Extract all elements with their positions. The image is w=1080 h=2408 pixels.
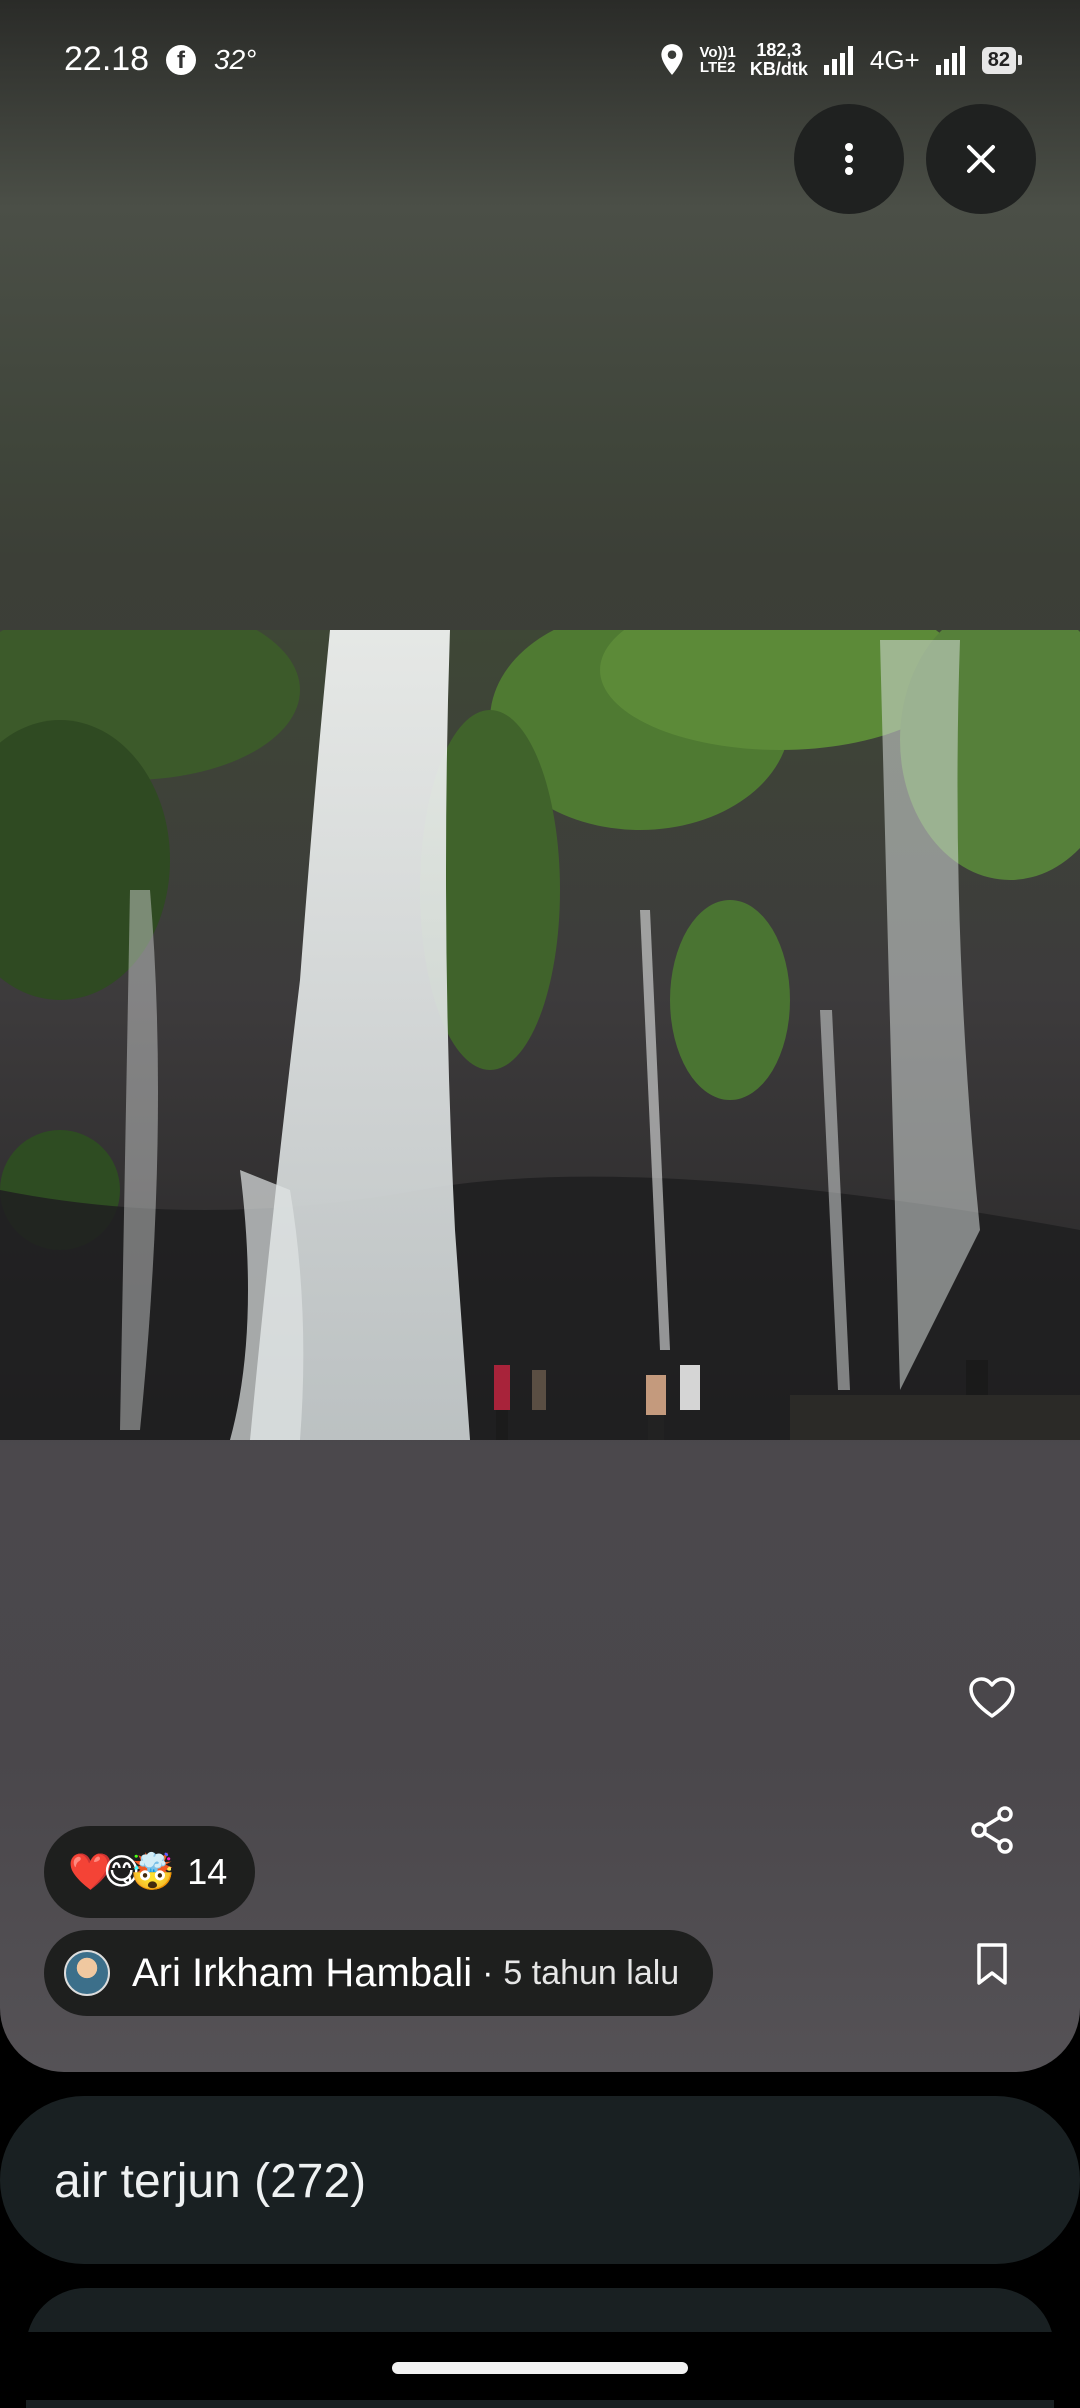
category-label: air terjun (272) [54,2155,367,2208]
net-speed: 182,3 KB/dtk [750,41,808,79]
close-button[interactable] [926,104,1036,214]
category-card[interactable]: air terjun (272) [0,2096,1080,2264]
volte-bottom: LTE2 [699,59,736,76]
status-temperature: 32° [214,44,257,75]
reaction-emojis: ❤️😋🤯 [68,1852,175,1893]
author-name: Ari Irkham Hambali [132,1950,473,1995]
more-vert-icon [845,143,853,175]
more-options-button[interactable] [794,104,904,214]
waterfall-photo[interactable] [0,630,1080,1440]
home-indicator[interactable] [392,2362,688,2374]
status-bar: 22.18 f 32° Vo))1 LTE2 182,3 KB/dtk 4G+ [0,0,1080,124]
signal-2-icon [935,46,965,75]
post-time-ago: 5 tahun lalu [503,1953,680,1992]
save-button[interactable] [962,1934,1022,1994]
share-icon [971,1806,1013,1854]
facebook-icon: f [166,45,196,75]
reactions-pill[interactable]: ❤️😋🤯 14 [44,1826,256,1918]
author-separator: · [482,1953,494,1992]
signal-icon [823,46,853,75]
bookmark-icon [977,1943,1007,1985]
status-right: Vo))1 LTE2 182,3 KB/dtk 4G+ 82 [659,38,1023,82]
volte-indicator: Vo))1 LTE2 [699,45,735,75]
like-button[interactable] [962,1668,1022,1728]
share-button[interactable] [962,1800,1022,1860]
net-speed-value: 182,3 [756,40,802,60]
battery-indicator: 82 [981,46,1023,74]
close-icon [967,145,995,173]
network-type: 4G+ [869,44,920,75]
author-pill[interactable]: Ari Irkham Hambali · 5 tahun lalu [44,1930,714,2016]
photo-viewer: 22.18 f 32° Vo))1 LTE2 182,3 KB/dtk 4G+ [0,0,1080,2072]
volte-top: Vo))1 [699,44,736,61]
avatar [64,1950,110,1996]
reaction-count: 14 [187,1851,228,1892]
heart-outline-icon [969,1677,1015,1718]
net-speed-unit: KB/dtk [749,59,808,79]
location-icon [661,44,684,75]
status-time: 22.18 [64,40,150,78]
